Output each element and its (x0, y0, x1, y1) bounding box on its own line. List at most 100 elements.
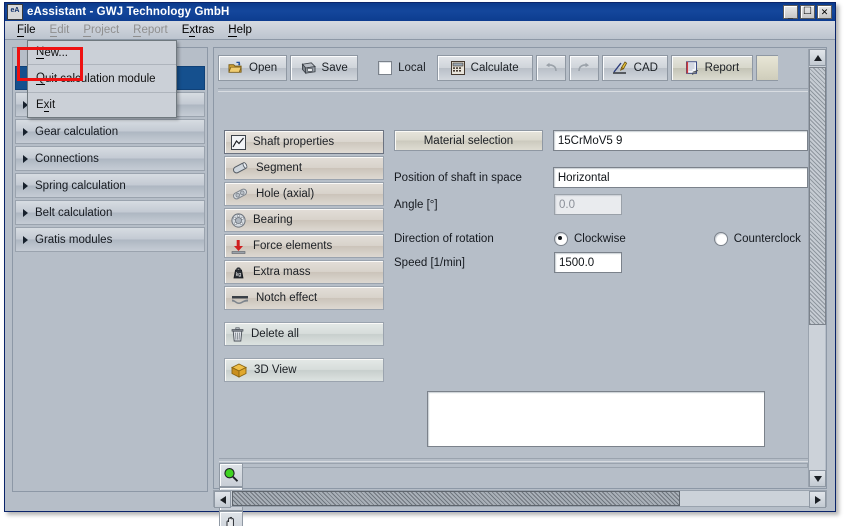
menu-extras[interactable]: Extras (175, 22, 222, 38)
material-row: Material selection 15CrMoV5 9 (394, 130, 808, 151)
menu-help[interactable]: Help (221, 22, 259, 38)
extra-mass-button[interactable]: kg Extra mass (224, 260, 384, 284)
report-document-icon (685, 61, 699, 75)
sidebar-item-belt-calculation[interactable]: Belt calculation (15, 200, 205, 225)
menu-item-quit-rest: uit calculation module (45, 73, 156, 85)
menu-item-new[interactable]: New... (28, 41, 176, 65)
floppy-disk-icon (301, 61, 316, 75)
vertical-scrollbar[interactable] (808, 49, 825, 487)
element-button-label: Extra mass (253, 266, 311, 278)
menu-item-exit[interactable]: Exit (28, 93, 176, 117)
menu-item-exit-rest: it (49, 99, 55, 111)
local-checkbox-label: Local (398, 62, 426, 74)
application-window: eA eAssistant - GWJ Technology GmbH _ ☐ … (4, 2, 836, 512)
maximize-button[interactable]: ☐ (800, 5, 815, 19)
folder-open-icon (228, 61, 243, 75)
weight-kg-icon: kg (231, 265, 246, 280)
bearing-ring-icon (231, 213, 246, 228)
pan-hand-icon (223, 516, 239, 526)
radio-clockwise-label: Clockwise (574, 233, 626, 245)
trash-bin-icon (231, 327, 244, 342)
scroll-right-button[interactable] (809, 491, 826, 508)
menu-file-mnemonic: F (17, 24, 24, 37)
zoom-in-tool[interactable] (219, 463, 243, 487)
menu-report-rest: eport (141, 24, 167, 36)
menu-item-quit-mnemonic: Q (36, 72, 45, 85)
cylinder-segment-icon (231, 161, 249, 175)
calculate-button[interactable]: Calculate (437, 55, 533, 81)
sidebar-item-spring-calculation[interactable]: Spring calculation (15, 173, 205, 198)
menu-item-new-mnemonic: N (36, 46, 44, 59)
scroll-up-button[interactable] (809, 49, 826, 66)
segment-button[interactable]: Segment (224, 156, 384, 180)
open-button[interactable]: Open (218, 55, 287, 81)
element-button-label: Notch effect (256, 292, 317, 304)
content-panel: Open Save Local (213, 47, 827, 489)
horizontal-scrollbar[interactable] (213, 490, 827, 507)
menu-file[interactable]: File (10, 22, 43, 38)
hole-axial-button[interactable]: Hole (axial) (224, 182, 384, 206)
sidebar-item-label: Connections (35, 153, 99, 165)
notch-effect-button[interactable]: Notch effect (224, 286, 384, 310)
notch-groove-icon (231, 292, 249, 305)
speed-row: Speed [1/min] 1500.0 (394, 252, 808, 273)
results-output-box (427, 391, 765, 447)
sidebar-item-connections[interactable]: Connections (15, 146, 205, 171)
cad-button[interactable]: CAD (602, 55, 668, 81)
scroll-left-button[interactable] (214, 491, 231, 508)
menu-bar: File Edit Project Report Extras Help (5, 21, 835, 40)
position-label: Position of shaft in space (394, 172, 553, 184)
redo-button[interactable] (569, 55, 599, 81)
radio-counterclockwise[interactable]: Counterclock (714, 232, 801, 246)
position-value-field[interactable]: Horizontal (553, 167, 808, 188)
sidebar-item-label: Gratis modules (35, 234, 112, 246)
maximize-icon: ☐ (801, 6, 814, 18)
toolbar-overflow-button[interactable] (756, 55, 778, 81)
screenshot-root: eA eAssistant - GWJ Technology GmbH _ ☐ … (0, 0, 847, 526)
menu-edit[interactable]: Edit (43, 22, 77, 38)
pan-tool[interactable] (219, 511, 243, 526)
vertical-scroll-thumb[interactable] (809, 67, 826, 325)
speed-value-field[interactable]: 1500.0 (554, 252, 622, 273)
report-button[interactable]: Report (671, 55, 753, 81)
menu-extras-rest: tras (195, 24, 214, 36)
material-value-field[interactable]: 15CrMoV5 9 (553, 130, 808, 151)
chart-graph-icon (231, 135, 246, 150)
shaft-properties-button[interactable]: Shaft properties (224, 130, 384, 154)
element-button-label: Hole (axial) (256, 188, 314, 200)
toolbar-divider (218, 88, 808, 92)
open-button-label: Open (249, 62, 277, 74)
speed-label: Speed [1/min] (394, 257, 554, 269)
triangle-right-icon (815, 496, 821, 504)
window-controls: _ ☐ ✕ (783, 5, 833, 19)
delete-all-button[interactable]: Delete all (224, 322, 384, 346)
local-checkbox[interactable]: Local (370, 61, 434, 75)
scroll-down-button[interactable] (809, 470, 826, 487)
menu-file-rest: ile (24, 24, 36, 36)
radio-clockwise[interactable]: Clockwise (554, 232, 626, 246)
chevron-right-icon (23, 128, 28, 136)
triangle-up-icon (814, 55, 822, 61)
force-elements-button[interactable]: Force elements (224, 234, 384, 258)
graphics-canvas[interactable] (219, 463, 808, 468)
menu-help-rest: elp (237, 24, 252, 36)
chevron-right-icon (23, 209, 28, 217)
hole-axial-icon (231, 187, 249, 201)
menu-project[interactable]: Project (76, 22, 126, 38)
material-selection-button[interactable]: Material selection (394, 130, 543, 151)
report-button-label: Report (705, 62, 740, 74)
element-button-label: Bearing (253, 214, 293, 226)
undo-button[interactable] (536, 55, 566, 81)
sidebar-item-gear-calculation[interactable]: Gear calculation (15, 119, 205, 144)
horizontal-scroll-thumb[interactable] (232, 491, 680, 506)
svg-text:kg: kg (236, 272, 242, 278)
sidebar-item-gratis-modules[interactable]: Gratis modules (15, 227, 205, 252)
menu-item-quit-calculation-module[interactable]: Quit calculation module (28, 65, 176, 93)
minimize-button[interactable]: _ (783, 5, 798, 19)
3d-view-button[interactable]: 3D View (224, 358, 384, 382)
save-button[interactable]: Save (290, 55, 358, 81)
angle-value-field[interactable]: 0.0 (554, 194, 622, 215)
close-button[interactable]: ✕ (817, 5, 832, 19)
menu-report[interactable]: Report (126, 22, 175, 38)
bearing-button[interactable]: Bearing (224, 208, 384, 232)
